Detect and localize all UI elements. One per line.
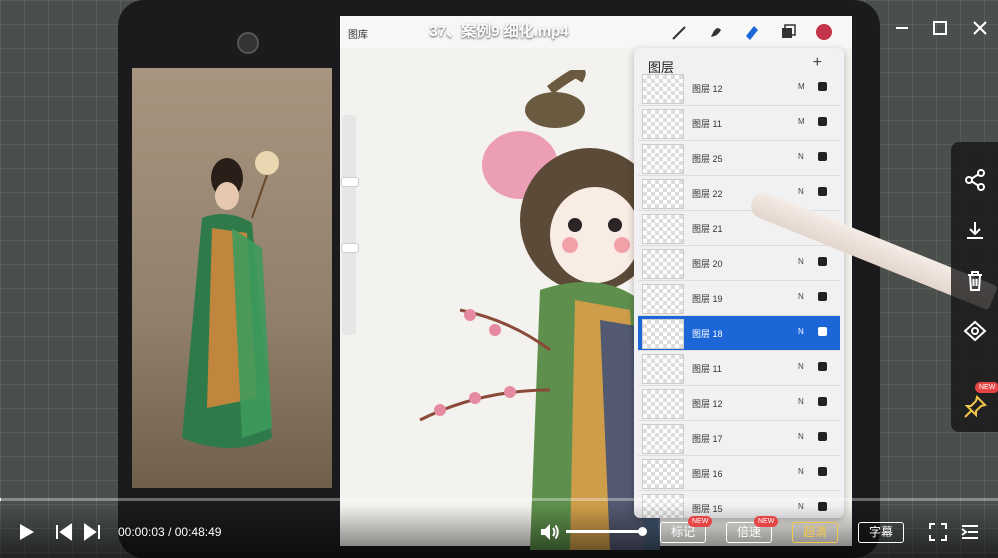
reference-figure-illustration [182, 151, 279, 448]
reference-photo [132, 68, 332, 488]
brush-size-knob[interactable] [341, 177, 359, 187]
layer-blend-mode[interactable]: N [798, 152, 804, 161]
total-time: 00:48:49 [174, 525, 222, 539]
layer-blend-mode[interactable]: M [798, 117, 805, 126]
download-icon[interactable] [962, 218, 988, 244]
delete-icon[interactable] [962, 268, 988, 294]
layer-thumbnail [642, 424, 684, 454]
layer-name: 图层 20 [692, 259, 723, 269]
layer-blend-mode[interactable]: N [798, 467, 804, 476]
layer-thumbnail [642, 319, 684, 349]
volume-slider[interactable] [566, 527, 647, 536]
layer-visibility-checkbox[interactable] [818, 117, 827, 126]
layer-thumbnail [642, 389, 684, 419]
previous-icon[interactable] [52, 520, 76, 544]
layer-thumbnail [642, 459, 684, 489]
fullscreen-icon[interactable] [926, 520, 950, 544]
layer-name: 图层 19 [692, 294, 723, 304]
share-icon[interactable] [962, 167, 988, 193]
layer-thumbnail [642, 354, 684, 384]
layer-name: 图层 12 [692, 399, 723, 409]
layer-row[interactable]: 图层 22 N [638, 176, 840, 211]
layer-thumbnail [642, 249, 684, 279]
layer-row[interactable]: 图层 19 N [638, 281, 840, 316]
mark-new-badge: NEW [688, 516, 713, 527]
layer-row[interactable]: 图层 25 N [638, 141, 840, 176]
play-icon[interactable] [14, 520, 38, 544]
layer-thumbnail [642, 74, 684, 104]
maximize-icon[interactable] [926, 14, 954, 42]
minimize-icon[interactable] [888, 14, 916, 42]
video-title: 37、案例9 细化.mp4 [429, 23, 569, 40]
side-toolbar: NEW [951, 142, 998, 432]
layer-name: 图层 11 [692, 119, 722, 129]
layer-name: 图层 12 [692, 84, 723, 94]
close-icon[interactable] [966, 14, 994, 42]
layer-row[interactable]: 图层 20 N [638, 246, 840, 281]
layer-thumbnail [642, 179, 684, 209]
preview-eye-icon[interactable] [962, 318, 988, 344]
layer-blend-mode[interactable]: N [798, 292, 804, 301]
layer-visibility-checkbox[interactable] [818, 187, 827, 196]
layer-thumbnail [642, 109, 684, 139]
add-layer-button[interactable]: + [813, 54, 822, 72]
layer-visibility-checkbox[interactable] [818, 362, 827, 371]
layer-row[interactable]: 图层 16 N [638, 456, 840, 491]
layer-name: 图层 18 [692, 329, 723, 339]
layer-name: 图层 11 [692, 364, 722, 374]
volume-icon[interactable] [538, 520, 562, 544]
speed-new-badge: NEW [754, 516, 779, 527]
current-time: 00:00:03 [118, 525, 165, 539]
layer-visibility-checkbox[interactable] [818, 397, 827, 406]
layer-blend-mode[interactable]: N [798, 327, 804, 336]
brush-size-slider[interactable] [341, 115, 359, 335]
quality-button[interactable]: 超清 [792, 522, 838, 543]
next-icon[interactable] [80, 520, 104, 544]
progress-fill [0, 498, 1, 501]
progress-bar[interactable] [0, 498, 998, 501]
layer-blend-mode[interactable]: N [798, 397, 804, 406]
layer-blend-mode[interactable]: N [798, 362, 804, 371]
layer-row[interactable]: 图层 11 N [638, 351, 840, 386]
volume-knob[interactable] [638, 527, 647, 536]
time-display: 00:00:03 / 00:48:49 [118, 525, 221, 539]
layer-blend-mode[interactable]: N [798, 187, 804, 196]
layer-name: 图层 17 [692, 434, 723, 444]
layer-row[interactable]: 图层 18 N [638, 316, 840, 351]
layer-visibility-checkbox[interactable] [818, 467, 827, 476]
pin-new-badge: NEW [975, 382, 998, 393]
layer-thumbnail [642, 214, 684, 244]
layer-blend-mode[interactable]: N [798, 432, 804, 441]
layer-visibility-checkbox[interactable] [818, 152, 827, 161]
layer-visibility-checkbox[interactable] [818, 257, 827, 266]
layer-row[interactable]: 图层 12 M [638, 71, 840, 106]
volume-fill [566, 530, 642, 533]
layer-name: 图层 25 [692, 154, 723, 164]
layer-visibility-checkbox[interactable] [818, 327, 827, 336]
layer-name: 图层 21 [692, 224, 723, 234]
time-separator: / [168, 525, 172, 539]
opacity-knob[interactable] [341, 243, 359, 253]
layer-blend-mode[interactable]: M [798, 82, 805, 91]
layer-name: 图层 16 [692, 469, 723, 479]
subtitle-button[interactable]: 字幕 [858, 522, 904, 543]
layer-name: 图层 22 [692, 189, 723, 199]
layer-blend-mode[interactable]: N [798, 257, 804, 266]
playlist-icon[interactable] [958, 520, 982, 544]
pin-icon[interactable] [962, 394, 988, 420]
layer-thumbnail [642, 284, 684, 314]
layer-row[interactable]: 图层 11 M [638, 106, 840, 141]
layer-row[interactable]: 图层 17 N [638, 421, 840, 456]
layer-visibility-checkbox[interactable] [818, 432, 827, 441]
drawing-illustration [419, 70, 660, 550]
layer-thumbnail [642, 144, 684, 174]
layer-visibility-checkbox[interactable] [818, 82, 827, 91]
layer-row[interactable]: 图层 12 N [638, 386, 840, 421]
layers-panel: 图层 + 图层 12M图层 11M图层 25N图层 22N图层 21N图层 20… [634, 48, 844, 518]
layer-visibility-checkbox[interactable] [818, 292, 827, 301]
